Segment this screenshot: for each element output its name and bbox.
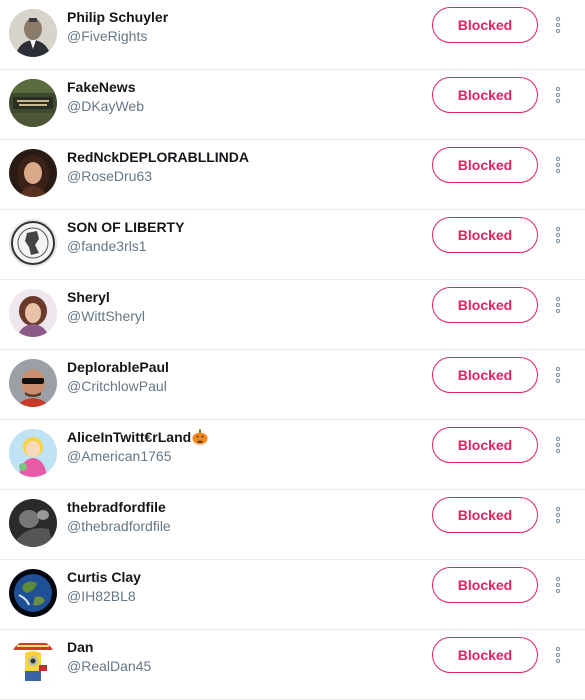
list-item[interactable]: Sheryl @WittSheryl Blocked bbox=[0, 280, 585, 350]
bw-photo bbox=[9, 499, 57, 547]
user-handle[interactable]: @RealDan45 bbox=[67, 658, 151, 674]
more-options-icon[interactable] bbox=[553, 646, 563, 664]
list-item[interactable]: Curtis Clay @IH82BL8 Blocked bbox=[0, 560, 585, 630]
user-handle[interactable]: @thebradfordfile bbox=[67, 518, 171, 534]
user-name[interactable]: RedNckDEPLORABLLINDA bbox=[67, 149, 249, 165]
more-options-icon[interactable] bbox=[553, 86, 563, 104]
user-handle[interactable]: @DKayWeb bbox=[67, 98, 144, 114]
avatar[interactable] bbox=[9, 359, 57, 407]
list-item[interactable]: Philip Schuyler @FiveRights Blocked bbox=[0, 0, 585, 70]
earth-photo bbox=[9, 569, 57, 617]
woman-photo bbox=[9, 149, 57, 197]
user-handle[interactable]: @fande3rls1 bbox=[67, 238, 147, 254]
blocked-button[interactable]: Blocked bbox=[432, 7, 538, 43]
list-item[interactable]: SON OF LIBERTY @fande3rls1 Blocked bbox=[0, 210, 585, 280]
jack-o-lantern-icon bbox=[192, 429, 208, 445]
user-handle[interactable]: @American1765 bbox=[67, 448, 172, 464]
avatar[interactable] bbox=[9, 9, 57, 57]
user-handle[interactable]: @IH82BL8 bbox=[67, 588, 136, 604]
blocked-button[interactable]: Blocked bbox=[432, 497, 538, 533]
user-name[interactable]: Philip Schuyler bbox=[67, 9, 168, 25]
user-name[interactable]: SON OF LIBERTY bbox=[67, 219, 184, 235]
more-options-icon[interactable] bbox=[553, 296, 563, 314]
avatar[interactable] bbox=[9, 569, 57, 617]
user-handle[interactable]: @RoseDru63 bbox=[67, 168, 152, 184]
list-item[interactable]: thebradfordfile @thebradfordfile Blocked bbox=[0, 490, 585, 560]
list-item[interactable]: FakeNews @DKayWeb Blocked bbox=[0, 70, 585, 140]
more-options-icon[interactable] bbox=[553, 226, 563, 244]
emblem-photo bbox=[9, 219, 57, 267]
user-name[interactable]: thebradfordfile bbox=[67, 499, 166, 515]
blocked-button[interactable]: Blocked bbox=[432, 77, 538, 113]
more-options-icon[interactable] bbox=[553, 156, 563, 174]
list-item[interactable]: RedNckDEPLORABLLINDA @RoseDru63 Blocked bbox=[0, 140, 585, 210]
avatar[interactable] bbox=[9, 639, 57, 687]
user-name-text[interactable]: AliceInTwitt€rLand bbox=[67, 429, 191, 445]
more-options-icon[interactable] bbox=[553, 366, 563, 384]
more-options-icon[interactable] bbox=[553, 576, 563, 594]
user-handle[interactable]: @FiveRights bbox=[67, 28, 147, 44]
blocked-button[interactable]: Blocked bbox=[432, 147, 538, 183]
avatar[interactable] bbox=[9, 429, 57, 477]
more-options-icon[interactable] bbox=[553, 436, 563, 454]
more-options-icon[interactable] bbox=[553, 506, 563, 524]
minion-deplorable-photo bbox=[9, 639, 57, 687]
woman-photo bbox=[9, 289, 57, 337]
user-name[interactable]: AliceInTwitt€rLand bbox=[67, 429, 208, 445]
user-name[interactable]: Dan bbox=[67, 639, 93, 655]
user-name[interactable]: DeplorablePaul bbox=[67, 359, 169, 375]
more-options-icon[interactable] bbox=[553, 16, 563, 34]
blocked-button[interactable]: Blocked bbox=[432, 357, 538, 393]
avatar[interactable] bbox=[9, 219, 57, 267]
list-item[interactable]: Dan @RealDan45 Blocked bbox=[0, 630, 585, 700]
user-handle[interactable]: @WittSheryl bbox=[67, 308, 145, 324]
man-sunglasses-photo bbox=[9, 359, 57, 407]
blocked-accounts-list: Philip Schuyler @FiveRights Blocked Fake… bbox=[0, 0, 585, 700]
blocked-button[interactable]: Blocked bbox=[432, 217, 538, 253]
list-item[interactable]: AliceInTwitt€rLand @American1765 Blocked bbox=[0, 420, 585, 490]
sign-photo bbox=[9, 79, 57, 127]
user-name[interactable]: Curtis Clay bbox=[67, 569, 141, 585]
blocked-button[interactable]: Blocked bbox=[432, 427, 538, 463]
blocked-button[interactable]: Blocked bbox=[432, 637, 538, 673]
avatar[interactable] bbox=[9, 499, 57, 547]
blocked-button[interactable]: Blocked bbox=[432, 287, 538, 323]
avatar[interactable] bbox=[9, 149, 57, 197]
cartoon-photo bbox=[9, 429, 57, 477]
portrait-photo bbox=[9, 9, 57, 57]
user-handle[interactable]: @CritchlowPaul bbox=[67, 378, 167, 394]
user-name[interactable]: FakeNews bbox=[67, 79, 135, 95]
avatar[interactable] bbox=[9, 79, 57, 127]
blocked-button[interactable]: Blocked bbox=[432, 567, 538, 603]
list-item[interactable]: DeplorablePaul @CritchlowPaul Blocked bbox=[0, 350, 585, 420]
avatar[interactable] bbox=[9, 289, 57, 337]
user-name[interactable]: Sheryl bbox=[67, 289, 110, 305]
